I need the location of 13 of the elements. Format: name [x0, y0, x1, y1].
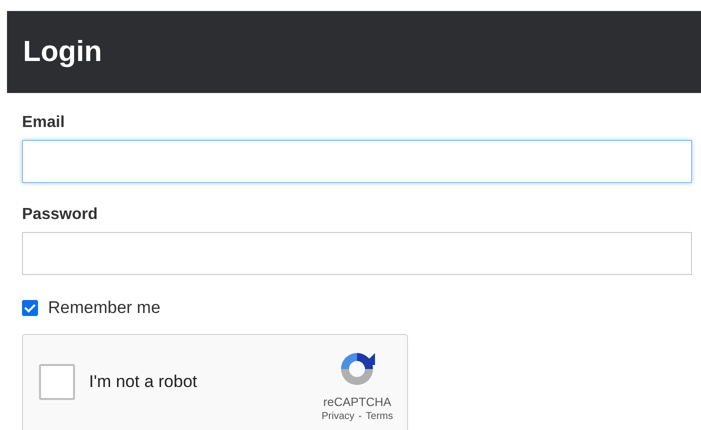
field-label: Password — [22, 206, 98, 224]
input-field[interactable] — [22, 140, 692, 183]
link-separator: - — [358, 411, 362, 422]
field-label: Email — [22, 114, 65, 132]
footer-link[interactable]: Privacy — [322, 411, 354, 422]
checkbox[interactable] — [22, 300, 38, 316]
captcha-checkbox[interactable] — [39, 364, 75, 400]
footer-link[interactable]: Terms — [366, 411, 393, 422]
page-title: Login — [23, 36, 102, 68]
checkbox-label: Remember me — [48, 298, 160, 318]
input-field[interactable] — [22, 232, 692, 275]
captcha-label: I'm not a robot — [89, 372, 198, 392]
brand-label: reCAPTCHA — [323, 395, 392, 409]
